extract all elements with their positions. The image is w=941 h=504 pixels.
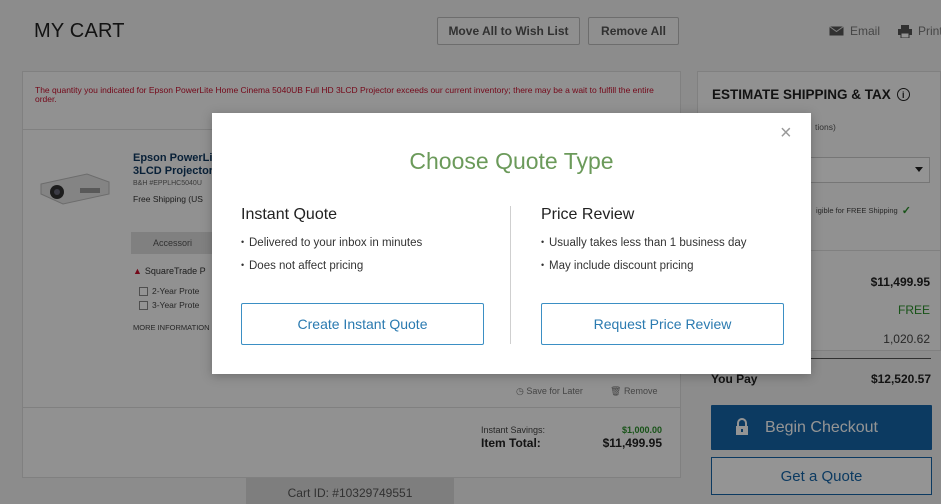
price-review-features: Usually takes less than 1 business day M…: [541, 237, 785, 272]
price-review-title: Price Review: [541, 206, 635, 223]
request-price-review-button[interactable]: Request Price Review: [541, 303, 784, 345]
instant-quote-features: Delivered to your inbox in minutes Does …: [241, 237, 485, 272]
instant-quote-title: Instant Quote: [241, 206, 338, 223]
column-divider: [510, 206, 511, 344]
list-item: Usually takes less than 1 business day: [541, 237, 785, 249]
price-review-column: Price Review Usually takes less than 1 b…: [541, 206, 785, 283]
create-instant-quote-button[interactable]: Create Instant Quote: [241, 303, 484, 345]
choose-quote-type-modal: × Choose Quote Type Instant Quote Delive…: [212, 113, 811, 374]
close-icon[interactable]: ×: [780, 123, 792, 143]
list-item: Does not affect pricing: [241, 260, 485, 272]
modal-title: Choose Quote Type: [409, 148, 614, 174]
instant-quote-column: Instant Quote Delivered to your inbox in…: [241, 206, 485, 283]
list-item: Delivered to your inbox in minutes: [241, 237, 485, 249]
list-item: May include discount pricing: [541, 260, 785, 272]
